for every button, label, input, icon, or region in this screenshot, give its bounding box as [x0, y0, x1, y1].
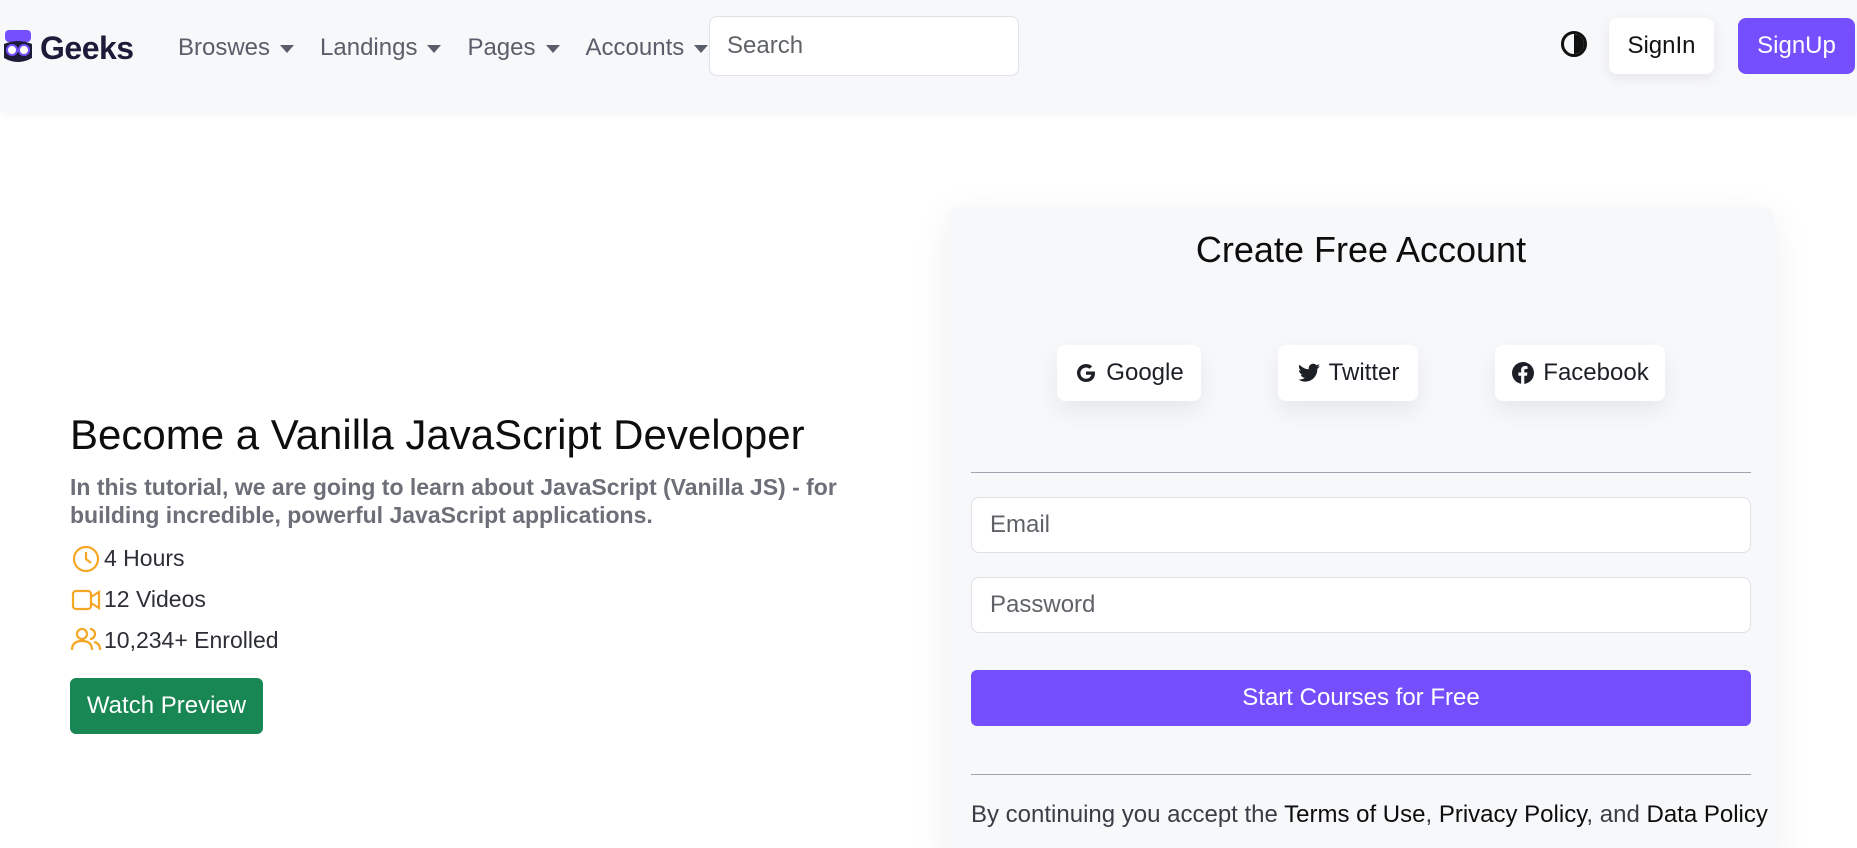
- watch-preview-button[interactable]: Watch Preview: [70, 678, 263, 734]
- caret-down-icon: [427, 45, 442, 53]
- video-icon: [71, 589, 101, 611]
- theme-toggle-icon[interactable]: [1561, 31, 1587, 57]
- meta-text: 12 Videos: [104, 585, 206, 612]
- nav-item-label: Pages: [467, 34, 536, 61]
- hero-title: Become a Vanilla JavaScript Developer: [70, 411, 805, 458]
- comma: ,: [1425, 801, 1433, 828]
- twitter-icon: [1298, 363, 1320, 382]
- google-icon: [1077, 364, 1096, 383]
- start-courses-button[interactable]: Start Courses for Free: [971, 670, 1751, 726]
- hero-description: In this tutorial, we are going to learn …: [70, 474, 837, 528]
- users-icon: [70, 627, 102, 651]
- nav-item-label: Broswes: [178, 34, 271, 61]
- terms-and: , and: [1586, 801, 1640, 828]
- brand[interactable]: Geeks: [2, 28, 134, 68]
- nav-item-landings[interactable]: Landings: [320, 28, 442, 68]
- nav-item-broswes[interactable]: Broswes: [178, 28, 295, 68]
- terms-text: By continuing you accept the Terms of Us…: [971, 801, 1768, 829]
- top-navbar: Geeks Broswes Landings Pages Accounts Si…: [0, 0, 1857, 111]
- data-policy-link[interactable]: Data Policy: [1646, 801, 1767, 828]
- social-label: Twitter: [1328, 359, 1400, 386]
- caret-down-icon: [545, 45, 560, 53]
- nav-menu: Broswes Landings Pages Accounts: [178, 28, 709, 68]
- meta-enrolled: 10,234+ Enrolled: [70, 624, 279, 656]
- terms-of-use-link[interactable]: Terms of Use: [1284, 801, 1425, 828]
- privacy-policy-link[interactable]: Privacy Policy: [1439, 801, 1587, 828]
- signup-card: Create Free Account Google Twitter Faceb…: [948, 207, 1774, 848]
- divider: [971, 774, 1751, 775]
- nav-item-label: Landings: [320, 34, 418, 61]
- brand-name: Geeks: [40, 29, 134, 66]
- search-input[interactable]: [709, 16, 1019, 76]
- signin-button[interactable]: SignIn: [1609, 18, 1714, 74]
- google-signup-button[interactable]: Google: [1057, 345, 1201, 401]
- meta-videos: 12 Videos: [70, 583, 206, 615]
- meta-duration: 4 Hours: [70, 542, 185, 574]
- nav-item-accounts[interactable]: Accounts: [586, 28, 709, 68]
- nav-item-pages[interactable]: Pages: [467, 28, 560, 68]
- email-field[interactable]: [971, 497, 1751, 553]
- clock-icon: [72, 545, 100, 573]
- meta-text: 10,234+ Enrolled: [104, 626, 279, 653]
- caret-down-icon: [694, 45, 709, 53]
- facebook-signup-button[interactable]: Facebook: [1495, 345, 1665, 401]
- geeks-logo-icon: [4, 30, 32, 62]
- meta-text: 4 Hours: [104, 544, 185, 571]
- signup-button[interactable]: SignUp: [1738, 18, 1855, 74]
- facebook-icon: [1512, 362, 1535, 384]
- password-field[interactable]: [971, 577, 1751, 633]
- card-title: Create Free Account: [1195, 229, 1527, 270]
- terms-prefix: By continuing you accept the: [971, 801, 1278, 828]
- social-label: Google: [1106, 359, 1184, 386]
- social-label: Facebook: [1543, 359, 1649, 386]
- twitter-signup-button[interactable]: Twitter: [1278, 345, 1418, 401]
- divider: [971, 472, 1751, 473]
- nav-item-label: Accounts: [585, 34, 685, 61]
- caret-down-icon: [280, 45, 295, 53]
